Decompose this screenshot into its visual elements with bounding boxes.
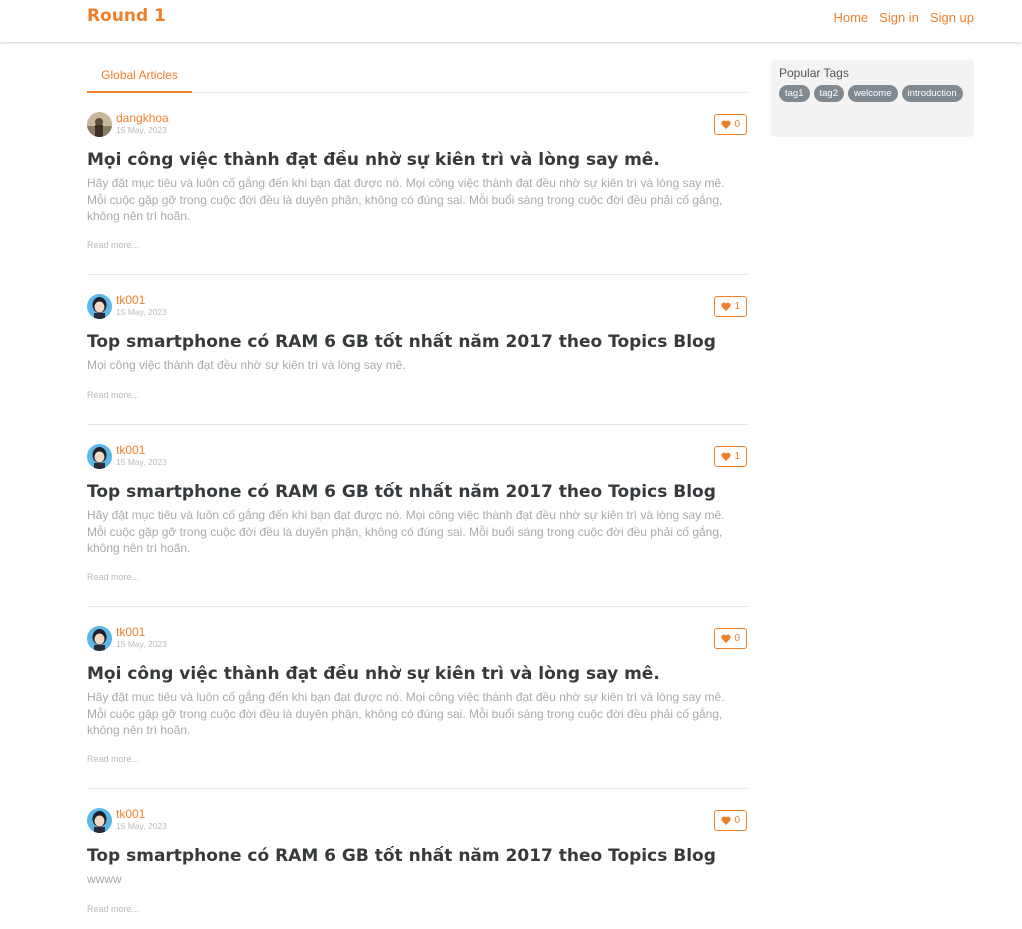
favorite-button[interactable]: 0 — [714, 628, 747, 649]
read-more-link[interactable]: Read more... — [87, 754, 139, 764]
article-date: 15 May, 2023 — [116, 307, 167, 317]
nav-home-link[interactable]: Home — [833, 10, 868, 25]
author-avatar[interactable] — [87, 444, 112, 469]
article-description: wwww — [87, 872, 122, 886]
heart-icon — [721, 120, 732, 129]
favorite-button[interactable]: 0 — [714, 810, 747, 831]
article-description: Hãy đặt mục tiêu và luôn cố gắng đến khi… — [87, 690, 725, 737]
article-meta: tk001 15 May, 2023 1 — [87, 443, 747, 472]
article-preview: tk001 15 May, 2023 0 Top smartphone có R… — [87, 789, 747, 929]
brand-logo[interactable]: Round 1 — [87, 6, 166, 26]
article-preview: dangkhoa 15 May, 2023 0 Mọi công việc th… — [87, 93, 747, 275]
author-avatar[interactable] — [87, 112, 112, 137]
tag-pill[interactable]: tag2 — [813, 85, 844, 102]
article-description: Mọi công việc thành đạt đều nhờ sự kiên … — [87, 358, 406, 372]
favorite-count: 1 — [734, 451, 740, 462]
feed-tabs: Global Articles — [87, 60, 747, 93]
heart-icon — [721, 816, 732, 825]
article-title[interactable]: Top smartphone có RAM 6 GB tốt nhất năm … — [87, 332, 716, 352]
author-name[interactable]: tk001 — [116, 443, 145, 457]
tag-list: tag1 tag2 welcome introduction — [779, 85, 966, 102]
article-description: Hãy đặt mục tiêu và luôn cố gắng đến khi… — [87, 508, 725, 555]
nav-signin-link[interactable]: Sign in — [879, 10, 919, 25]
sidebar-title: Popular Tags — [779, 66, 849, 80]
article-title[interactable]: Mọi công việc thành đạt đều nhờ sự kiên … — [87, 150, 660, 170]
tag-pill[interactable]: introduction — [901, 85, 963, 102]
article-description: Hãy đặt mục tiêu và luôn cố gắng đến khi… — [87, 176, 725, 223]
heart-icon — [721, 452, 732, 461]
favorite-count: 0 — [734, 633, 740, 644]
author-name[interactable]: dangkhoa — [116, 111, 169, 125]
author-name[interactable]: tk001 — [116, 625, 145, 639]
tag-pill[interactable]: welcome — [848, 85, 898, 102]
read-more-link[interactable]: Read more... — [87, 572, 139, 582]
article-title[interactable]: Top smartphone có RAM 6 GB tốt nhất năm … — [87, 482, 716, 502]
favorite-count: 0 — [734, 815, 740, 826]
heart-icon — [721, 634, 732, 643]
favorite-button[interactable]: 1 — [714, 296, 747, 317]
tab-global-articles[interactable]: Global Articles — [87, 60, 192, 93]
nav-signup-link[interactable]: Sign up — [930, 10, 974, 25]
author-avatar[interactable] — [87, 294, 112, 319]
article-date: 15 May, 2023 — [116, 125, 167, 135]
nav-links: Home Sign in Sign up — [833, 10, 974, 25]
popular-tags-panel: Popular Tags tag1 tag2 welcome introduct… — [771, 60, 974, 137]
favorite-count: 1 — [734, 301, 740, 312]
article-meta: tk001 15 May, 2023 0 — [87, 807, 747, 836]
article-meta: tk001 15 May, 2023 1 — [87, 293, 747, 322]
favorite-button[interactable]: 1 — [714, 446, 747, 467]
author-name[interactable]: tk001 — [116, 293, 145, 307]
tag-pill[interactable]: tag1 — [779, 85, 810, 102]
article-title[interactable]: Mọi công việc thành đạt đều nhờ sự kiên … — [87, 664, 660, 684]
author-name[interactable]: tk001 — [116, 807, 145, 821]
article-date: 15 May, 2023 — [116, 457, 167, 467]
article-preview: tk001 15 May, 2023 1 Top smartphone có R… — [87, 275, 747, 425]
article-title[interactable]: Top smartphone có RAM 6 GB tốt nhất năm … — [87, 846, 716, 866]
author-avatar[interactable] — [87, 808, 112, 833]
article-meta: tk001 15 May, 2023 0 — [87, 625, 747, 654]
favorite-count: 0 — [734, 119, 740, 130]
article-feed: Global Articles dangkhoa 15 May, 2023 0 … — [87, 60, 747, 929]
favorite-button[interactable]: 0 — [714, 114, 747, 135]
top-navbar: Round 1 Home Sign in Sign up — [0, 0, 1022, 42]
article-preview: tk001 15 May, 2023 1 Top smartphone có R… — [87, 425, 747, 607]
article-meta: dangkhoa 15 May, 2023 0 — [87, 111, 747, 140]
author-avatar[interactable] — [87, 626, 112, 651]
read-more-link[interactable]: Read more... — [87, 240, 139, 250]
article-date: 15 May, 2023 — [116, 639, 167, 649]
read-more-link[interactable]: Read more... — [87, 390, 139, 400]
heart-icon — [721, 302, 732, 311]
article-preview: tk001 15 May, 2023 0 Mọi công việc thành… — [87, 607, 747, 789]
article-date: 15 May, 2023 — [116, 821, 167, 831]
